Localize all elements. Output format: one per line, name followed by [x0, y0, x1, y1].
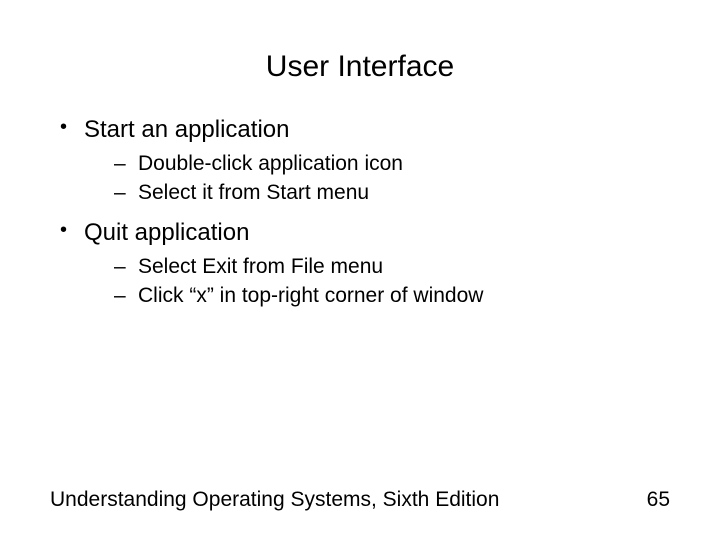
slide: User Interface Start an application Doub…	[0, 0, 720, 540]
page-number: 65	[647, 488, 670, 512]
list-item: Double-click application icon	[84, 150, 670, 178]
list-item: Quit application Select Exit from File m…	[50, 217, 670, 310]
sub-bullet-text: Click “x” in top-right corner of window	[138, 284, 483, 307]
list-item: Click “x” in top-right corner of window	[84, 282, 670, 310]
footer: Understanding Operating Systems, Sixth E…	[50, 488, 670, 512]
bullet-list: Start an application Double-click applic…	[50, 114, 670, 310]
bullet-text: Start an application	[84, 116, 289, 143]
slide-title: User Interface	[50, 50, 670, 84]
sub-list: Select Exit from File menu Click “x” in …	[84, 253, 670, 310]
sub-list: Double-click application icon Select it …	[84, 150, 670, 207]
list-item: Select it from Start menu	[84, 179, 670, 207]
list-item: Select Exit from File menu	[84, 253, 670, 281]
sub-bullet-text: Select it from Start menu	[138, 181, 369, 204]
sub-bullet-text: Select Exit from File menu	[138, 255, 383, 278]
sub-bullet-text: Double-click application icon	[138, 152, 403, 175]
bullet-text: Quit application	[84, 219, 249, 246]
footer-source: Understanding Operating Systems, Sixth E…	[50, 488, 499, 512]
list-item: Start an application Double-click applic…	[50, 114, 670, 207]
